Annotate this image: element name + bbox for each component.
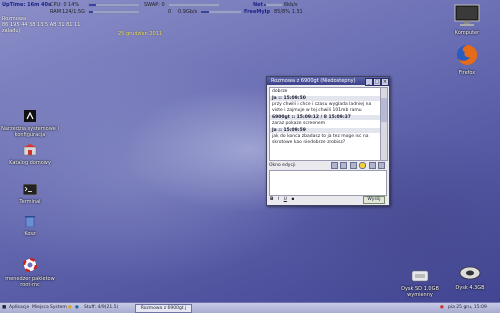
monitor-icon [437, 4, 497, 28]
disk-label: 0 [168, 9, 172, 15]
ram-label: RAM [50, 9, 62, 15]
settings-icon[interactable] [378, 162, 385, 169]
desktop-icon-firefox[interactable]: Firefox [437, 44, 497, 76]
chat-message: zaraz pokaze screenem [270, 120, 380, 128]
attach-icon[interactable] [330, 162, 338, 169]
italic-button[interactable]: I [278, 197, 279, 202]
disk-bar [200, 10, 242, 14]
chat-toolbar: Okno edycji [269, 162, 385, 169]
net-label: Net [253, 2, 263, 8]
cpu-label: CPU: 0 [50, 2, 67, 8]
desktop-date: 25 grudzien 2011 [118, 31, 163, 37]
message-text: dobrze [272, 89, 288, 94]
swap-bar [168, 3, 220, 7]
chat-log[interactable]: dobrze Ja :: 15:09:50 przy chwili i chce… [269, 87, 381, 161]
chat-window-title: Rozmowa z 6900gt (Niedostepny) [271, 78, 356, 84]
desktop-icon-disk[interactable]: Dysk 4.3GB [440, 265, 500, 291]
close-icon[interactable]: × [381, 78, 389, 86]
taskbar: ■ Aplikacje Miejsca System ● ● Stuff: 4/… [0, 302, 500, 313]
minimize-icon[interactable]: _ [365, 78, 373, 86]
desktop-icon-terminal[interactable]: Terminal [0, 183, 60, 205]
bold-button[interactable]: B [270, 197, 273, 202]
desktop-icon-label: Narzedzia systemowe i konfiguracja [1, 126, 59, 138]
chat-window: Rozmowa z 6900gt (Niedostepny) _ □ × dob… [266, 76, 390, 206]
fs-value: 85/8% 1.31 [274, 9, 303, 15]
terminal-icon [0, 183, 60, 197]
net-bar [263, 3, 283, 7]
desktop-icon-computer[interactable]: Komputer [437, 4, 497, 36]
font-icon[interactable] [349, 162, 357, 169]
chat-message: jak do konca zbadasz to ja tez moge isc … [270, 133, 380, 147]
message-input[interactable] [269, 170, 387, 196]
desktop-icon-label: Terminal [19, 199, 41, 205]
message-text: jak do konca zbadasz to ja tez moge isc … [272, 134, 369, 145]
desktop-icon-package-manager[interactable]: menedzer pakietow root-mc [0, 257, 60, 288]
chat-scrollbar[interactable] [380, 87, 388, 161]
format-bar: B I U ▪ Wyslij [270, 196, 386, 204]
desktop-icon-trash[interactable]: Kosz [0, 215, 60, 237]
home-folder-icon [0, 144, 60, 158]
taskbar-window-label: Rozmowa z 6900gt j [140, 306, 187, 311]
send-label: Wyslij [367, 197, 381, 202]
send-button[interactable]: Wyslij [363, 196, 385, 204]
desktop-icon-label: Firefox [458, 70, 476, 76]
desktop-icon-label: Katalog domowy [9, 160, 51, 166]
underline-button[interactable]: U [284, 197, 287, 202]
net-value: 6kb/s [284, 2, 298, 8]
ram-bar [88, 10, 140, 14]
desktop-icon-label: menedzer pakietow root-mc [5, 276, 55, 288]
chat-message: przy chwili i chce i czasu wyglada ladni… [270, 101, 380, 115]
swap-label: SWAP: 0 [144, 2, 165, 8]
message-text: przy chwili i chce i czasu wyglada ladni… [272, 102, 372, 113]
disk-value: 0.9Gb/s [178, 9, 198, 15]
firefox-icon [437, 44, 497, 68]
maximize-icon[interactable]: □ [373, 78, 381, 86]
desktop-icon-label: Kosz [24, 231, 36, 237]
cpu-percent: 14% [68, 2, 80, 8]
ram-value: 124/1.5G [62, 9, 86, 15]
history-icon[interactable] [368, 162, 376, 169]
fs-label: FreeMyIp [244, 9, 271, 15]
chat-message: dobrze [270, 88, 380, 96]
desktop-icon-label: Dysk 4.3GB [455, 285, 485, 291]
toolbar-label: Okno edycji [269, 163, 296, 168]
lifebuoy-icon [0, 257, 60, 274]
trash-icon [0, 215, 60, 229]
image-icon[interactable] [340, 162, 348, 169]
scrollbar-thumb[interactable] [381, 98, 387, 122]
cpu-bar [88, 3, 140, 7]
tools-icon [0, 110, 60, 124]
message-text: zaraz pokaze screenem [272, 121, 326, 126]
desktop-icon-label: Komputer [454, 30, 480, 36]
color-icon[interactable]: ▪ [291, 197, 294, 202]
uptime-text: UpTime: 16m 40s [2, 2, 51, 8]
chat-window-titlebar[interactable]: Rozmowa z 6900gt (Niedostepny) _ □ × [267, 77, 389, 86]
system-monitor-bar: UpTime: 16m 40s CPU: 0 14% SWAP: 0 Net 6… [0, 0, 500, 16]
emoticon-icon[interactable] [359, 162, 367, 169]
desktop-icon-home[interactable]: Katalog domowy [0, 144, 60, 166]
desktop-icon-settings[interactable]: Narzedzia systemowe i konfiguracja [0, 110, 60, 138]
hard-disk-icon [440, 265, 500, 283]
sysinfo-line-3: zaladuj [2, 28, 20, 34]
